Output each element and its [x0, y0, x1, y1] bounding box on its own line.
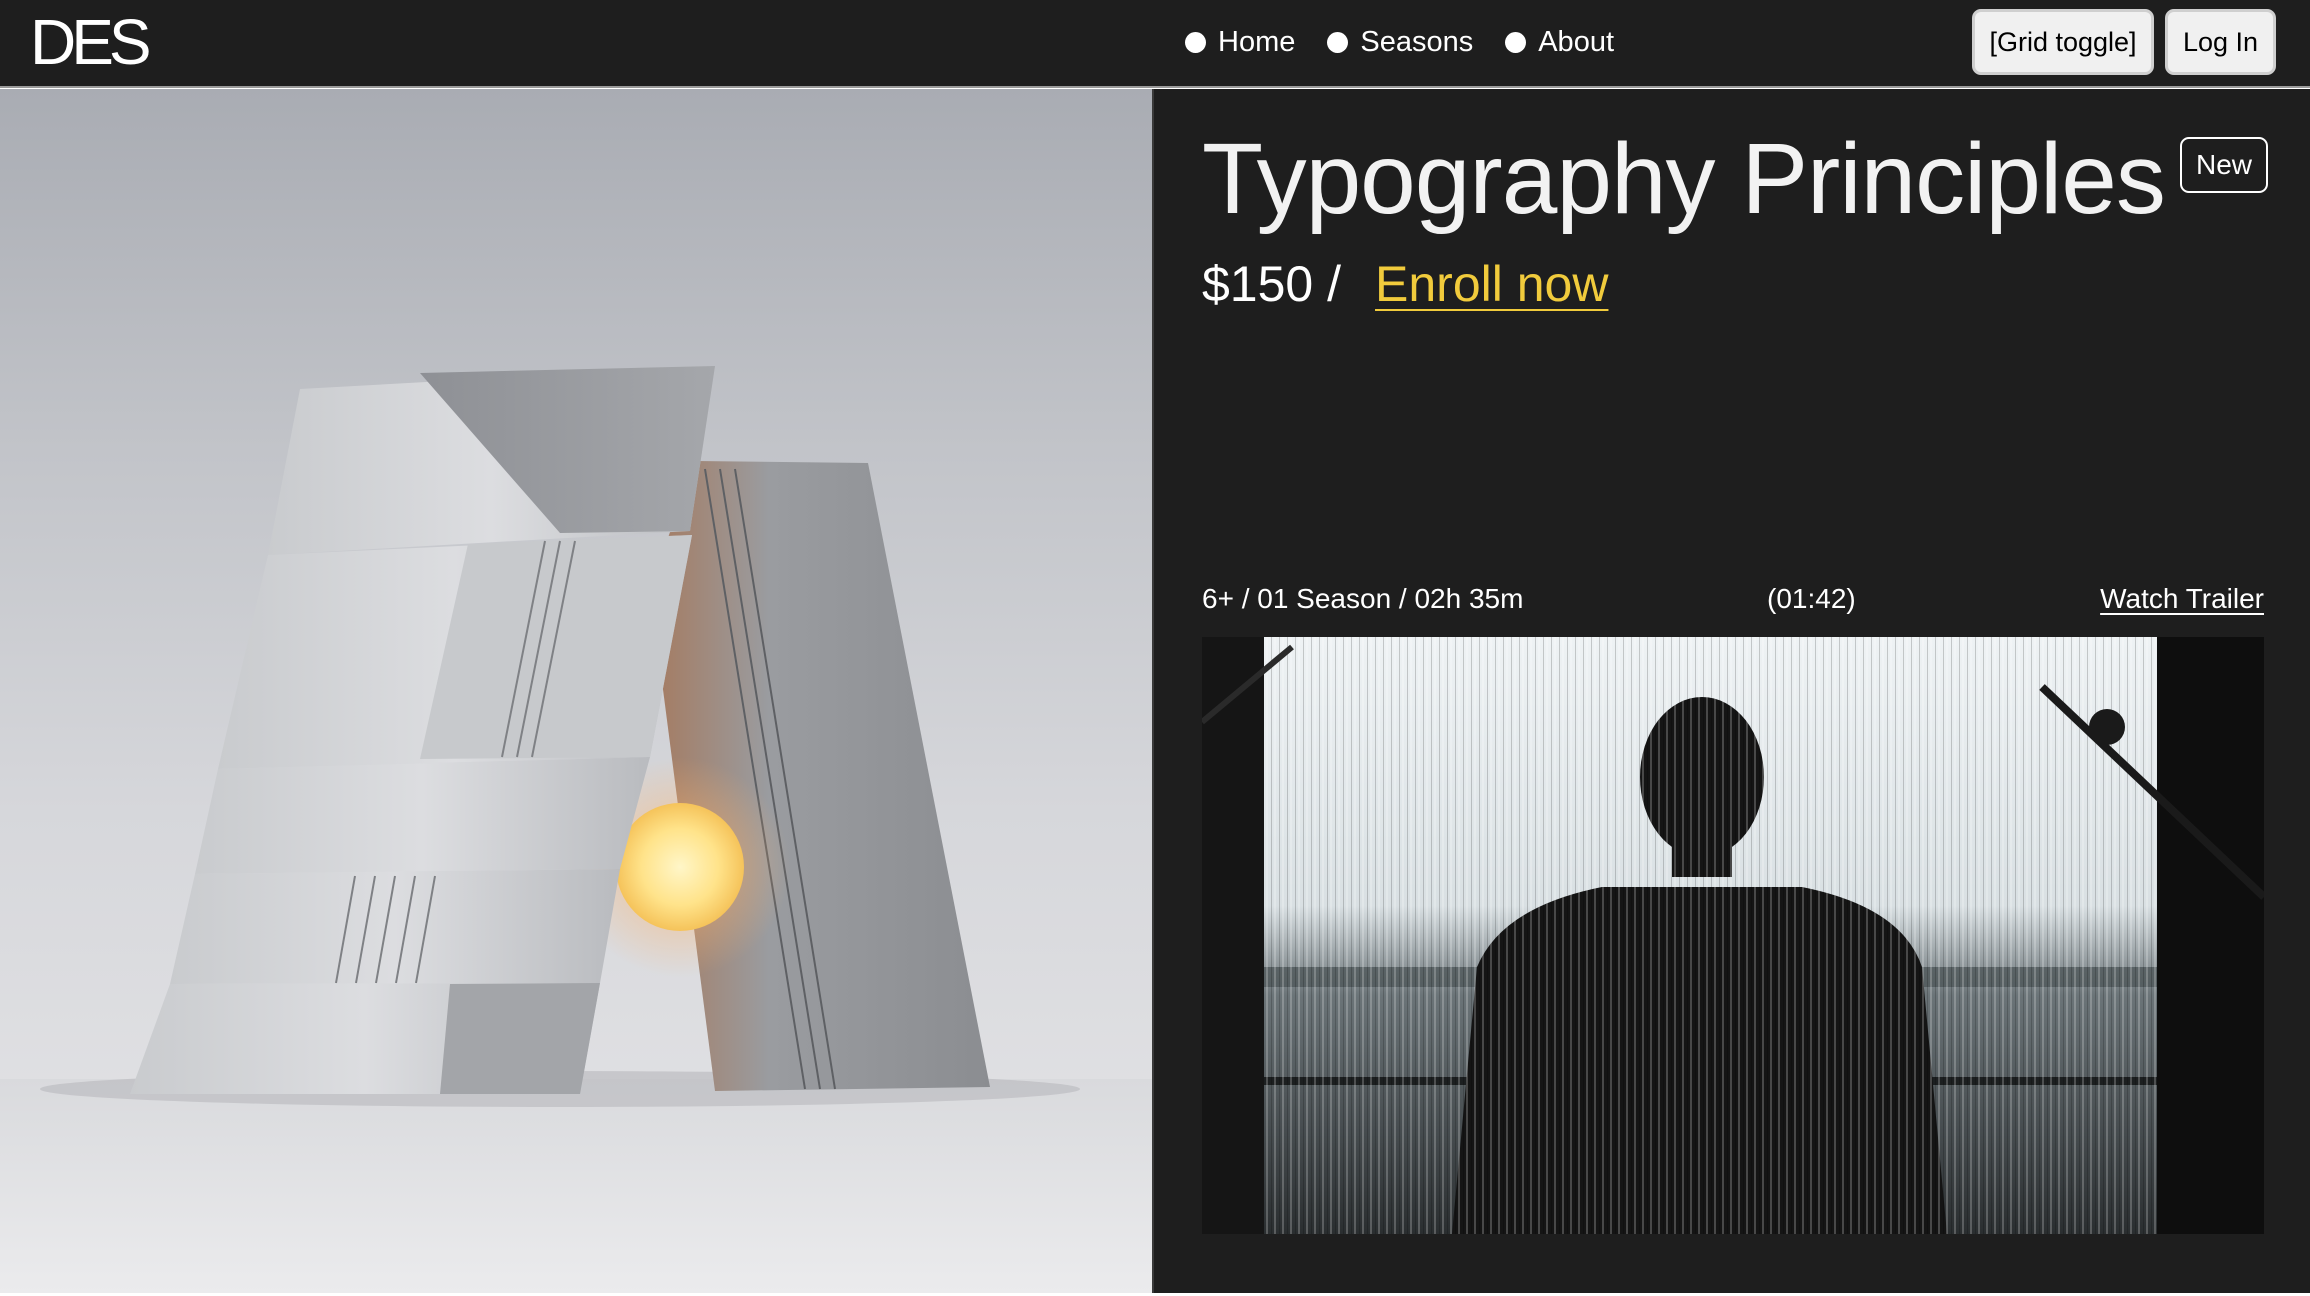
course-info-panel: Typography Principles New $150 / Enroll …	[1152, 89, 2310, 1293]
concrete-sculpture-illustration	[0, 366, 1152, 1293]
top-navigation-bar: DES Home Seasons About [Grid toggle] Log…	[0, 0, 2310, 88]
new-badge: New	[2180, 137, 2269, 193]
nav-item-seasons[interactable]: Seasons	[1327, 26, 1473, 59]
site-logo[interactable]: DES	[30, 8, 152, 76]
login-button[interactable]: Log In	[2165, 9, 2276, 75]
nav-item-home[interactable]: Home	[1185, 26, 1295, 59]
main-nav: Home Seasons About	[1185, 22, 1646, 62]
watch-trailer-link[interactable]: Watch Trailer	[2100, 583, 2264, 615]
nav-item-label: About	[1538, 25, 1615, 58]
trailer-duration: (01:42)	[1767, 583, 1856, 614]
course-price: $150 /	[1202, 256, 1342, 312]
course-meta: 6+ / 01 Season / 02h 35m	[1202, 583, 1524, 614]
nav-item-about[interactable]: About	[1505, 26, 1614, 59]
bullet-dot-icon	[1327, 31, 1349, 53]
nav-item-label: Home	[1218, 25, 1296, 58]
course-meta-row: 6+ / 01 Season / 02h 35m (01:42) Watch T…	[1202, 583, 2264, 623]
hero-image	[0, 89, 1152, 1293]
price-row: $150 / Enroll now	[1202, 255, 1608, 313]
bullet-dot-icon	[1185, 31, 1206, 53]
enroll-now-link[interactable]: Enroll now	[1375, 255, 1608, 313]
nav-item-label: Seasons	[1360, 25, 1474, 58]
trailer-video-thumbnail[interactable]	[1202, 637, 2264, 1234]
grid-toggle-button[interactable]: [Grid toggle]	[1972, 9, 2154, 75]
bullet-dot-icon	[1505, 31, 1527, 53]
silhouette-behind-glass-image	[1202, 637, 2264, 1234]
course-title: Typography Principles	[1202, 123, 2166, 235]
